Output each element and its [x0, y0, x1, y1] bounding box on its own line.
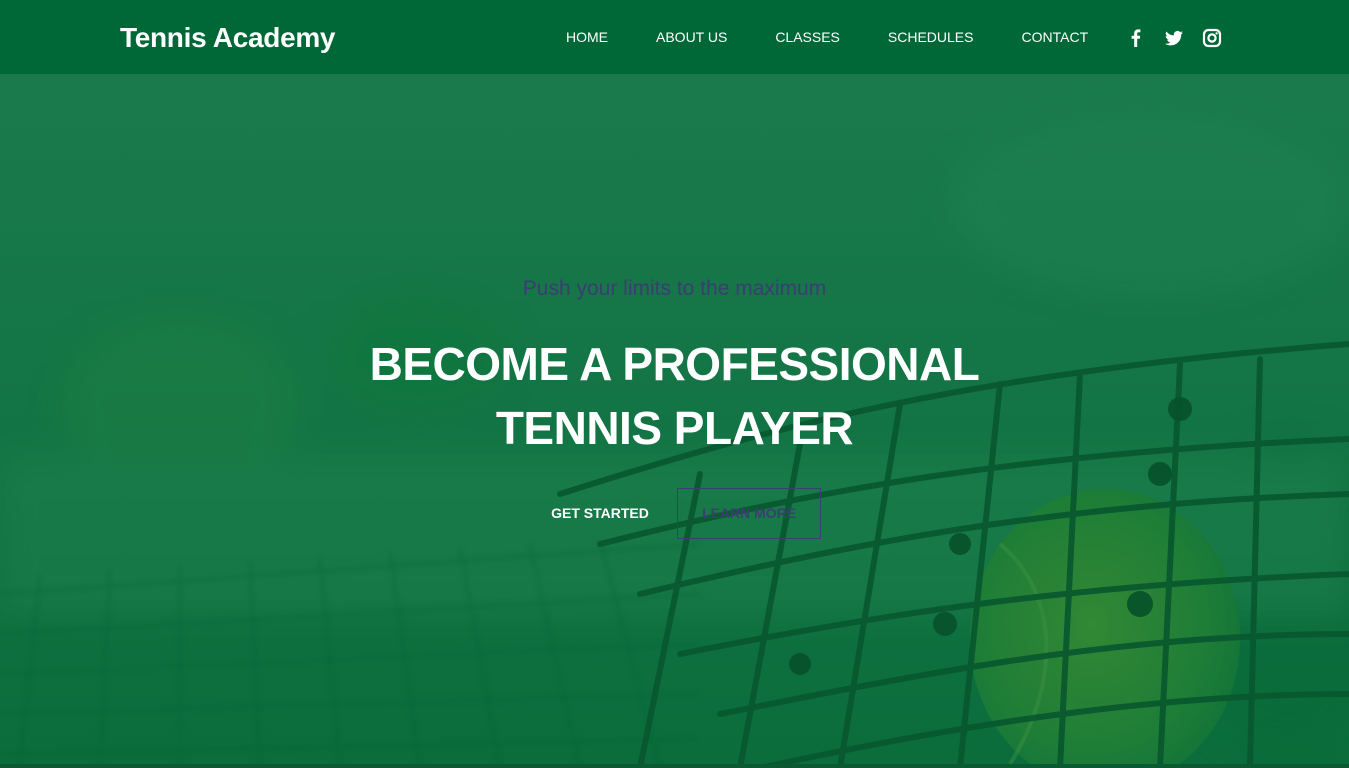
- nav-about-us[interactable]: ABOUT US: [656, 27, 727, 47]
- hero-tagline: Push your limits to the maximum: [522, 277, 827, 300]
- hero-headline-line1: BECOME A PROFESSIONAL: [369, 338, 980, 390]
- instagram-icon[interactable]: [1202, 28, 1222, 48]
- hero-content: Push your limits to the maximum BECOME A…: [0, 74, 1349, 768]
- hero-section: Push your limits to the maximum BECOME A…: [0, 74, 1349, 768]
- learn-more-button[interactable]: LEARN MORE: [677, 487, 821, 539]
- twitter-icon[interactable]: [1164, 28, 1184, 48]
- brand-logo[interactable]: Tennis Academy: [120, 20, 336, 56]
- facebook-icon[interactable]: [1126, 28, 1146, 48]
- get-started-button[interactable]: GET STARTED: [534, 487, 666, 539]
- section-divider: [0, 764, 1349, 768]
- social-links: [1126, 28, 1222, 48]
- hero-buttons: GET STARTED LEARN MORE: [534, 487, 821, 539]
- nav-home[interactable]: HOME: [566, 27, 608, 47]
- main-nav: HOME ABOUT US CLASSES SCHEDULES CONTACT: [566, 0, 1136, 74]
- navbar: Tennis Academy HOME ABOUT US CLASSES SCH…: [0, 0, 1349, 74]
- nav-classes[interactable]: CLASSES: [775, 27, 840, 47]
- nav-schedules[interactable]: SCHEDULES: [888, 27, 974, 47]
- hero-headline-line2: TENNIS PLAYER: [495, 402, 854, 454]
- hero-headline: BECOME A PROFESSIONAL TENNIS PLAYER: [0, 332, 1349, 460]
- nav-contact[interactable]: CONTACT: [1022, 27, 1089, 47]
